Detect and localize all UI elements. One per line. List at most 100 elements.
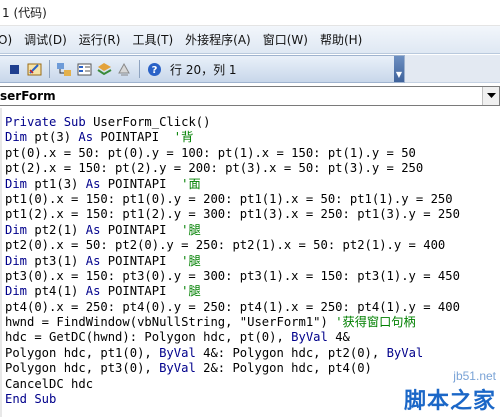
watermark-name: 脚本之家 — [403, 389, 496, 414]
toolbar-overflow-button[interactable]: ▼ — [394, 56, 404, 82]
menu-addins[interactable]: 外接程序(A) — [179, 27, 257, 53]
code-keyword: ByVal — [291, 330, 336, 345]
code-line[interactable]: pt2(0).x = 50: pt2(0).y = 250: pt2(1).x … — [5, 238, 460, 253]
code-token: hwnd = FindWindow(vbNullString, "UserFor… — [5, 315, 336, 330]
code-keyword: As — [85, 253, 108, 268]
code-comment: '获得窗口句柄 — [335, 315, 416, 330]
code-line[interactable]: Dim pt(3) As POINTAPI '背 — [5, 130, 460, 145]
toolbar-separator — [139, 60, 140, 78]
project-explorer-icon[interactable] — [56, 61, 73, 78]
object-browser-icon[interactable] — [96, 61, 113, 78]
code-token: POINTAPI — [107, 253, 182, 268]
design-mode-icon[interactable] — [26, 61, 43, 78]
properties-icon[interactable] — [76, 61, 93, 78]
code-token: pt(3) — [34, 130, 79, 145]
code-keyword: As — [85, 222, 108, 237]
code-line[interactable]: Dim pt3(1) As POINTAPI '腿 — [5, 254, 460, 269]
code-token: pt1(0).x = 150: pt1(0).y = 200: pt1(1).x… — [5, 191, 453, 206]
code-editor[interactable]: Private Sub UserForm_Click() Dim pt(3) As… — [0, 108, 500, 417]
code-token: pt1(3) — [34, 176, 86, 191]
code-token: pt2(0).x = 50: pt2(0).y = 250: pt2(1).x … — [5, 238, 446, 253]
code-token: CancelDC hdc — [5, 376, 94, 391]
code-token: hdc = GetDC(hwnd): Polygon hdc, pt(0), — [5, 330, 292, 345]
code-comment: '腿 — [181, 284, 201, 299]
code-line[interactable]: hdc = GetDC(hwnd): Polygon hdc, pt(0), B… — [5, 330, 460, 345]
window-title: 1 (代码) — [0, 0, 500, 26]
menu-run[interactable]: 运行(R) — [73, 27, 127, 53]
code-token: 4& — [335, 330, 350, 345]
code-line[interactable]: Dim pt2(1) As POINTAPI '腿 — [5, 223, 460, 238]
code-comment: '腿 — [181, 253, 201, 268]
code-comment: '面 — [181, 176, 201, 191]
code-line[interactable]: pt1(0).x = 150: pt1(0).y = 200: pt1(1).x… — [5, 192, 460, 207]
toolbar-area — [405, 55, 500, 83]
code-token: POINTAPI — [107, 222, 182, 237]
code-token: pt3(1) — [34, 253, 86, 268]
code-line[interactable]: pt(2).x = 150: pt(2).y = 200: pt(3).x = … — [5, 161, 460, 176]
code-line[interactable]: pt3(0).x = 150: pt3(0).y = 300: pt3(1).x… — [5, 269, 460, 284]
code-comment: '背 — [173, 130, 194, 145]
object-dropdown-value: serForm — [0, 89, 56, 103]
code-token: Polygon hdc, pt1(0), — [5, 345, 160, 360]
code-token: POINTAPI — [107, 284, 182, 299]
code-token: 2&: Polygon hdc, pt4(0) — [203, 361, 372, 376]
menu-debug[interactable]: 调试(D) — [18, 27, 73, 53]
code-token: pt4(0).x = 250: pt4(0).y = 250: pt4(1).x… — [5, 299, 460, 314]
code-keyword: As — [85, 284, 108, 299]
code-token: POINTAPI — [100, 130, 174, 145]
code-keyword: Dim — [5, 176, 35, 191]
toolbar-separator — [49, 60, 50, 78]
svg-text:?: ? — [152, 65, 158, 76]
code-token: pt2(1) — [34, 222, 86, 237]
menu-window[interactable]: 窗口(W) — [257, 27, 314, 53]
code-keyword: As — [78, 130, 101, 145]
code-keyword: Dim — [5, 222, 35, 237]
code-keyword: As — [85, 176, 108, 191]
code-line[interactable]: hwnd = FindWindow(vbNullString, "UserFor… — [5, 315, 460, 330]
code-token: UserForm_Click() — [93, 115, 211, 129]
code-keyword: End Sub — [5, 392, 57, 407]
code-token: 4&: Polygon hdc, pt2(0), — [203, 345, 387, 360]
code-keyword: ByVal — [159, 361, 204, 376]
code-line[interactable]: pt(0).x = 50: pt(0).y = 100: pt(1).x = 1… — [5, 146, 460, 161]
code-text[interactable]: Private Sub UserForm_Click() Dim pt(3) As… — [5, 115, 460, 407]
code-keyword: ByVal — [159, 345, 204, 360]
code-line[interactable]: Dim pt4(1) As POINTAPI '腿 — [5, 284, 460, 299]
cursor-position: 行 20，列 1 — [170, 62, 237, 77]
code-token: Polygon hdc, pt3(0), — [5, 361, 160, 376]
menu-view[interactable]: O) — [0, 27, 18, 53]
code-token: pt3(0).x = 150: pt3(0).y = 300: pt3(1).x… — [5, 268, 460, 283]
standard-toolbar: ? 行 20，列 1 ▼ — [0, 55, 405, 83]
code-line[interactable]: Private Sub UserForm_Click() — [5, 115, 460, 130]
code-token: pt(2).x = 150: pt(2).y = 200: pt(3).x = … — [5, 161, 424, 176]
code-token: pt(0).x = 50: pt(0).y = 100: pt(1).x = 1… — [5, 145, 416, 160]
code-line[interactable]: pt1(2).x = 150: pt1(2).y = 300: pt1(3).x… — [5, 207, 460, 222]
toolbox-icon[interactable] — [116, 61, 133, 78]
dropdown-arrow-icon[interactable] — [482, 87, 499, 105]
code-line[interactable]: Polygon hdc, pt1(0), ByVal 4&: Polygon h… — [5, 346, 460, 361]
code-token: POINTAPI — [107, 176, 182, 191]
code-keyword: Dim — [5, 284, 35, 299]
watermark: jb51.net 脚本之家 — [404, 369, 496, 415]
code-line[interactable]: End Sub — [5, 392, 460, 407]
code-line[interactable]: Dim pt1(3) As POINTAPI '面 — [5, 177, 460, 192]
menu-help[interactable]: 帮助(H) — [314, 27, 368, 53]
code-line[interactable]: pt4(0).x = 250: pt4(0).y = 250: pt4(1).x… — [5, 300, 460, 315]
chevron-down-icon: ▼ — [395, 70, 403, 79]
code-keyword: Dim — [5, 130, 35, 145]
object-dropdown[interactable]: serForm — [0, 86, 500, 106]
code-line[interactable]: Polygon hdc, pt3(0), ByVal 2&: Polygon h… — [5, 361, 460, 376]
code-keyword: Private Sub — [5, 115, 94, 129]
code-line[interactable]: CancelDC hdc — [5, 377, 460, 392]
help-icon[interactable]: ? — [146, 61, 163, 78]
menu-tools[interactable]: 工具(T) — [126, 27, 179, 53]
code-comment: '腿 — [181, 222, 201, 237]
code-token: pt1(2).x = 150: pt1(2).y = 300: pt1(3).x… — [5, 207, 460, 222]
code-keyword: ByVal — [386, 345, 424, 360]
watermark-site: jb51.net — [453, 369, 496, 383]
code-token: pt4(1) — [34, 284, 86, 299]
menu-bar: O) 调试(D) 运行(R) 工具(T) 外接程序(A) 窗口(W) 帮助(H) — [0, 26, 500, 54]
stop-icon[interactable] — [6, 61, 23, 78]
editor-margin — [0, 108, 2, 417]
code-keyword: Dim — [5, 253, 35, 268]
